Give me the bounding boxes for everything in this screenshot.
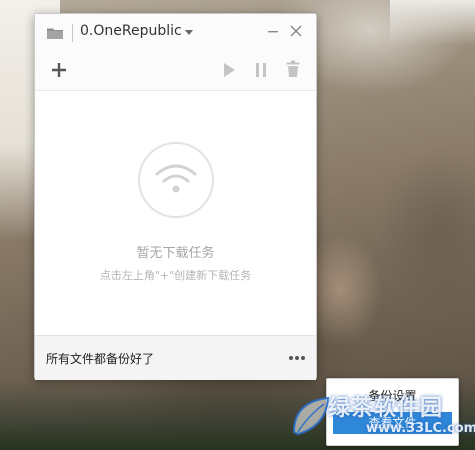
download-list-area: 暂无下载任务 点击左上角"+"创建新下载任务 [35,91,316,335]
pause-icon[interactable] [253,61,269,79]
window-title[interactable]: 0.OneRepublic [80,23,182,39]
desktop-wallpaper: 0.OneRepublic 暂无下载任务 点击左上角"+"创建新下载任务 所有文… [0,0,475,450]
trash-icon[interactable] [285,60,301,78]
status-bar: 所有文件都备份好了 [35,335,316,380]
more-icon[interactable] [287,350,307,366]
folder-icon [47,28,63,39]
empty-state-hint: 点击左上角"+"创建新下载任务 [99,269,252,282]
chevron-down-icon[interactable] [185,30,193,35]
play-icon[interactable] [221,61,237,79]
backup-status-text: 所有文件都备份好了 [46,352,155,366]
menu-item-view-files[interactable]: 查看文件 [333,412,452,434]
close-icon[interactable] [288,23,304,39]
toolbar [35,50,316,91]
more-options-menu: 备份设置 查看文件 [326,378,459,446]
title-bar[interactable]: 0.OneRepublic [35,14,316,50]
empty-state-title: 暂无下载任务 [136,246,215,261]
wallpaper-sky-right [390,0,475,45]
plus-icon[interactable] [49,60,69,80]
minimize-icon[interactable] [265,23,281,39]
menu-item-backup-settings[interactable]: 备份设置 [327,387,458,404]
download-window: 0.OneRepublic 暂无下载任务 点击左上角"+"创建新下载任务 所有文… [34,13,317,380]
title-separator [72,24,73,42]
wifi-icon [138,142,214,218]
